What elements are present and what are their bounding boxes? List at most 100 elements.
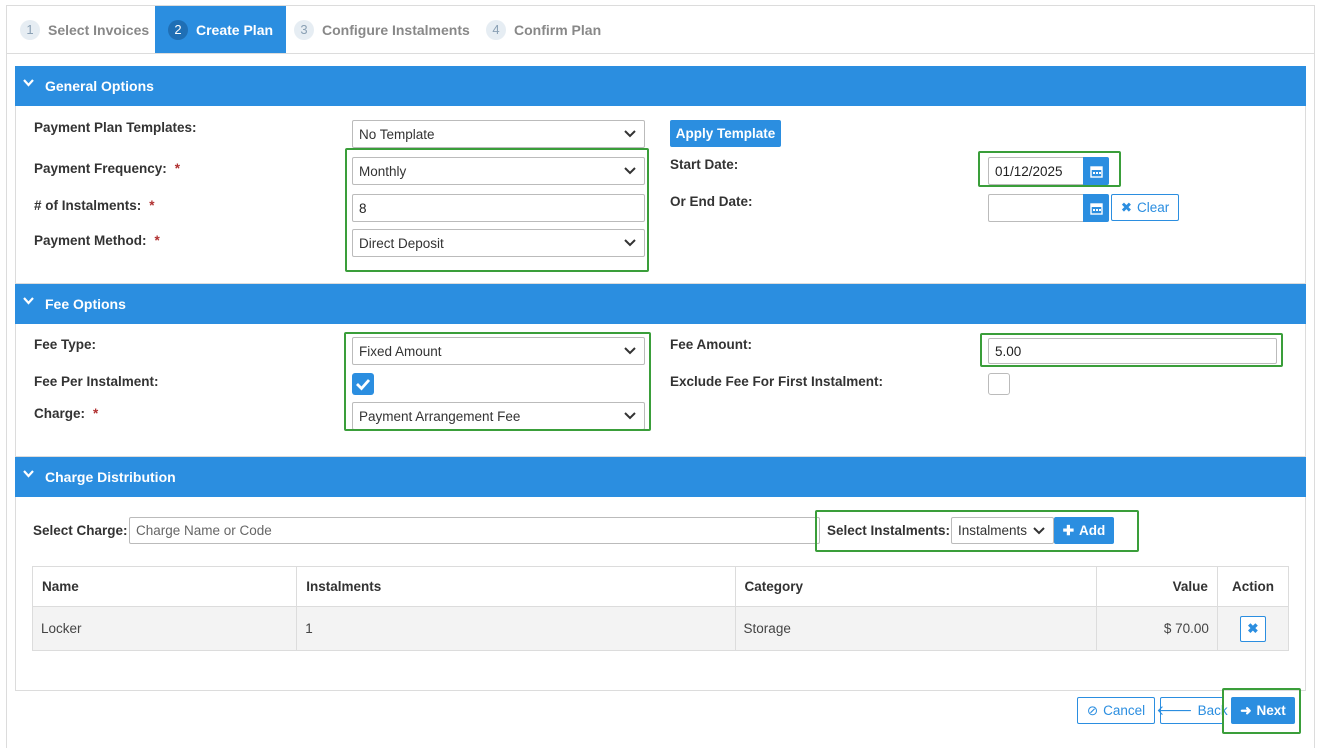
step-number: 3 — [294, 19, 314, 40]
required-marker: * — [93, 406, 99, 421]
templates-label: Payment Plan Templates: — [34, 120, 197, 135]
column-header: Action — [1216, 566, 1290, 607]
required-marker: * — [174, 161, 181, 176]
panel-title: Charge Distribution — [45, 469, 176, 485]
arrow-left-icon: 🡐 — [1156, 702, 1193, 718]
table-row: Locker 1 Storage $ 70.00 ✖ — [31, 606, 1290, 651]
remove-row-button[interactable]: ✖ — [1239, 615, 1266, 642]
cell-instalments: 1 — [296, 606, 736, 651]
chevron-down-icon — [23, 297, 34, 307]
label-text: Payment Method: — [34, 233, 147, 248]
tab-select-invoices[interactable]: 1 Select Invoices — [20, 6, 149, 53]
required-marker: * — [149, 198, 155, 213]
button-label: Next — [1256, 703, 1286, 718]
instalments-input[interactable]: 8 — [352, 194, 645, 222]
table-header-row: Name Instalments Category Value Action — [31, 566, 1290, 607]
column-header[interactable]: Value — [1095, 566, 1218, 607]
frequency-label: Payment Frequency: * — [34, 161, 180, 176]
next-button[interactable]: ➜ Next — [1231, 697, 1295, 724]
tab-configure-instalments[interactable]: 3 Configure Instalments — [294, 6, 470, 53]
button-label: Clear — [1137, 200, 1170, 215]
fee-type-label: Fee Type: — [34, 337, 97, 352]
checkmark-icon — [356, 379, 371, 391]
chevron-down-icon — [624, 239, 636, 247]
instalments-label: # of Instalments: * — [34, 198, 155, 213]
close-icon: ✖ — [1247, 620, 1259, 636]
end-date-label: Or End Date: — [670, 194, 753, 209]
chevron-down-icon — [624, 130, 636, 138]
tab-label: Confirm Plan — [514, 21, 602, 38]
fee-per-instalment-checkbox[interactable] — [352, 373, 374, 395]
arrow-right-icon: ➜ — [1240, 702, 1252, 718]
label-text: Charge: — [34, 406, 86, 421]
charge-value: Payment Arrangement Fee — [359, 408, 521, 424]
charges-table: Name Instalments Category Value Action L… — [31, 566, 1290, 651]
exclude-fee-label: Exclude Fee For First Instalment: — [670, 374, 884, 389]
method-select[interactable]: Direct Deposit — [352, 229, 645, 257]
button-label: Back — [1197, 703, 1228, 718]
panel-title: Fee Options — [45, 296, 126, 312]
general-options-header[interactable]: General Options — [15, 66, 1306, 106]
required-marker: * — [154, 233, 160, 248]
cell-action: ✖ — [1216, 606, 1290, 651]
select-instalments-label: Select Instalments: — [827, 523, 951, 538]
template-value: No Template — [359, 126, 435, 142]
calendar-icon[interactable] — [1083, 194, 1109, 222]
wizard-steps: 1 Select Invoices 2 Create Plan 3 Config… — [6, 5, 1315, 54]
method-value: Direct Deposit — [359, 235, 444, 251]
panel-title: General Options — [45, 78, 154, 94]
select-charge-label: Select Charge: — [33, 523, 128, 538]
cancel-button[interactable]: ⊘ Cancel — [1077, 697, 1155, 724]
step-number: 4 — [486, 19, 506, 40]
back-button[interactable]: 🡐 Back — [1156, 697, 1228, 724]
cell-category: Storage — [734, 606, 1097, 651]
cell-name: Locker — [31, 606, 298, 651]
fee-amount-label: Fee Amount: — [670, 337, 752, 352]
button-label: Add — [1079, 523, 1106, 538]
chevron-down-icon — [624, 347, 636, 355]
template-select[interactable]: No Template — [352, 120, 645, 148]
chevron-down-icon — [23, 470, 34, 480]
fee-per-instalment-label: Fee Per Instalment: — [34, 374, 159, 389]
tab-create-plan[interactable]: 2 Create Plan — [155, 6, 287, 53]
start-date-input[interactable]: 01/12/2025 — [988, 157, 1085, 185]
step-number: 2 — [168, 19, 188, 40]
chevron-down-icon — [624, 412, 636, 420]
label-text: # of Instalments: — [34, 198, 142, 213]
button-label: Cancel — [1103, 703, 1146, 718]
fee-type-value: Fixed Amount — [359, 343, 442, 359]
column-header[interactable]: Category — [734, 566, 1097, 607]
start-date-label: Start Date: — [670, 157, 739, 172]
clear-button[interactable]: ✖ Clear — [1111, 194, 1179, 221]
label-text: Payment Frequency: — [34, 161, 167, 176]
method-label: Payment Method: * — [34, 233, 160, 248]
frequency-select[interactable]: Monthly — [352, 157, 645, 185]
chevron-down-icon — [1033, 527, 1045, 535]
charge-label: Charge: * — [34, 406, 98, 421]
ban-icon: ⊘ — [1086, 702, 1099, 718]
instalments-select-value: Instalments — [958, 523, 1028, 538]
apply-template-button[interactable]: Apply Template — [670, 120, 781, 147]
column-header[interactable]: Instalments — [296, 566, 736, 607]
fee-type-select[interactable]: Fixed Amount — [352, 337, 645, 365]
tab-label: Select Invoices — [48, 21, 150, 38]
calendar-icon[interactable] — [1083, 157, 1109, 185]
instalments-select[interactable]: Instalments — [951, 517, 1054, 544]
exclude-fee-checkbox[interactable] — [988, 373, 1010, 395]
add-button[interactable]: ✚ Add — [1054, 517, 1114, 544]
column-header[interactable]: Name — [31, 566, 298, 607]
chevron-down-icon — [23, 79, 34, 89]
tab-confirm-plan[interactable]: 4 Confirm Plan — [486, 6, 601, 53]
fee-amount-input[interactable]: 5.00 — [988, 338, 1277, 364]
charge-search-input[interactable]: Charge Name or Code — [129, 517, 820, 544]
fee-options-header[interactable]: Fee Options — [15, 284, 1306, 324]
charge-distribution-header[interactable]: Charge Distribution — [15, 457, 1306, 497]
close-icon: ✖ — [1120, 199, 1133, 215]
cell-value: $ 70.00 — [1095, 606, 1218, 651]
end-date-input[interactable] — [988, 194, 1085, 222]
tab-label: Configure Instalments — [322, 21, 470, 38]
charge-select[interactable]: Payment Arrangement Fee — [352, 402, 645, 430]
tab-label: Create Plan — [196, 21, 274, 38]
chevron-down-icon — [624, 167, 636, 175]
frequency-value: Monthly — [359, 163, 407, 179]
